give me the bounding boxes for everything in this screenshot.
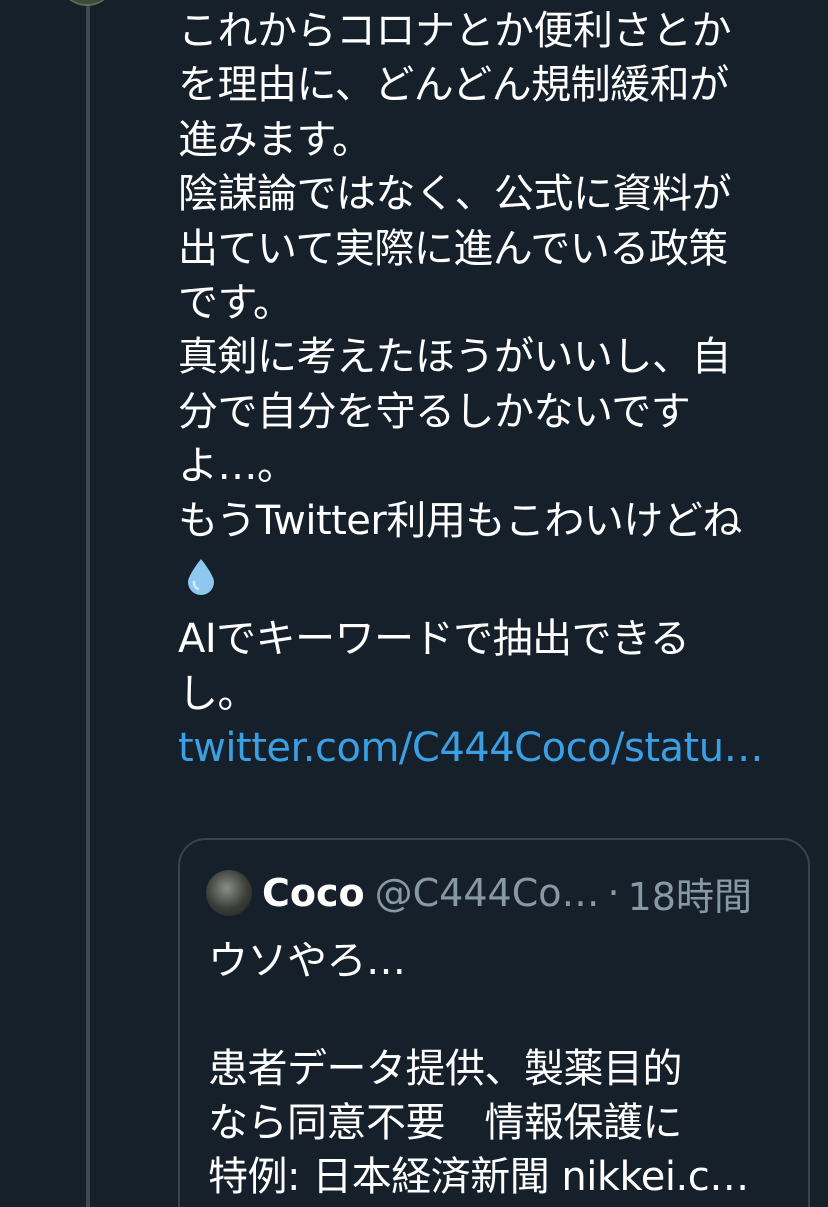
quoted-author-avatar bbox=[206, 870, 252, 916]
droplet-icon bbox=[178, 558, 818, 612]
tweet-line: これからコロナとか便利さとか bbox=[178, 8, 732, 54]
quote-line: ウソやろ… bbox=[208, 938, 406, 984]
tweet-text: これからコロナとか便利さとか を理由に、どんどん規制緩和が 進みます。 陰謀論で… bbox=[178, 4, 818, 775]
tweet-line: 出ていて実際に進んでいる政策 bbox=[178, 225, 728, 272]
tweet-line: し。 bbox=[178, 670, 258, 717]
quoted-tweet-link[interactable]: twitter.com/C444Coco/statu… bbox=[178, 721, 818, 775]
tweet-line: 進みます。 bbox=[178, 116, 372, 163]
tweet-line: もうTwitter利用もこわいけどね bbox=[178, 497, 742, 544]
tweet-line: です。 bbox=[178, 279, 293, 326]
quoted-tweet-text: ウソやろ… 患者データ提供、製薬目的 なら同意不要 情報保護に 特例: 日本経済… bbox=[208, 934, 798, 1204]
tweet-line: 真剣に考えたほうがいいし、自 bbox=[178, 334, 732, 381]
quote-line: 患者データ提供、製薬目的 bbox=[208, 1046, 683, 1092]
tweet-line: よ…。 bbox=[178, 443, 297, 490]
quoted-tweet-time: 18時間 bbox=[627, 874, 752, 919]
tweet-line: 陰謀論ではなく、公式に資料が bbox=[178, 171, 732, 218]
quoted-author-handle: @C444Co… bbox=[374, 871, 600, 915]
quote-line: 特例: 日本経済新聞 nikkei.c… bbox=[208, 1154, 749, 1200]
thread-connector-line bbox=[86, 0, 90, 1207]
quote-line bbox=[208, 988, 798, 1042]
quote-line: なら同意不要 情報保護に bbox=[208, 1100, 683, 1146]
tweet-line: を理由に、どんどん規制緩和が bbox=[178, 62, 729, 109]
tweet-line: AIでキーワードで抽出できる bbox=[178, 616, 690, 663]
tweet-line: 分で自分を守るしかないです bbox=[178, 388, 691, 435]
quoted-tweet-card[interactable]: Coco @C444Co… · 18時間 ウソやろ… 患者データ提供、製薬目的 … bbox=[178, 838, 810, 1207]
quoted-author-name: Coco bbox=[262, 871, 365, 915]
quoted-tweet-header: Coco @C444Co… · 18時間 bbox=[206, 870, 752, 919]
separator-dot: · bbox=[607, 871, 620, 915]
author-avatar[interactable] bbox=[58, 0, 116, 6]
